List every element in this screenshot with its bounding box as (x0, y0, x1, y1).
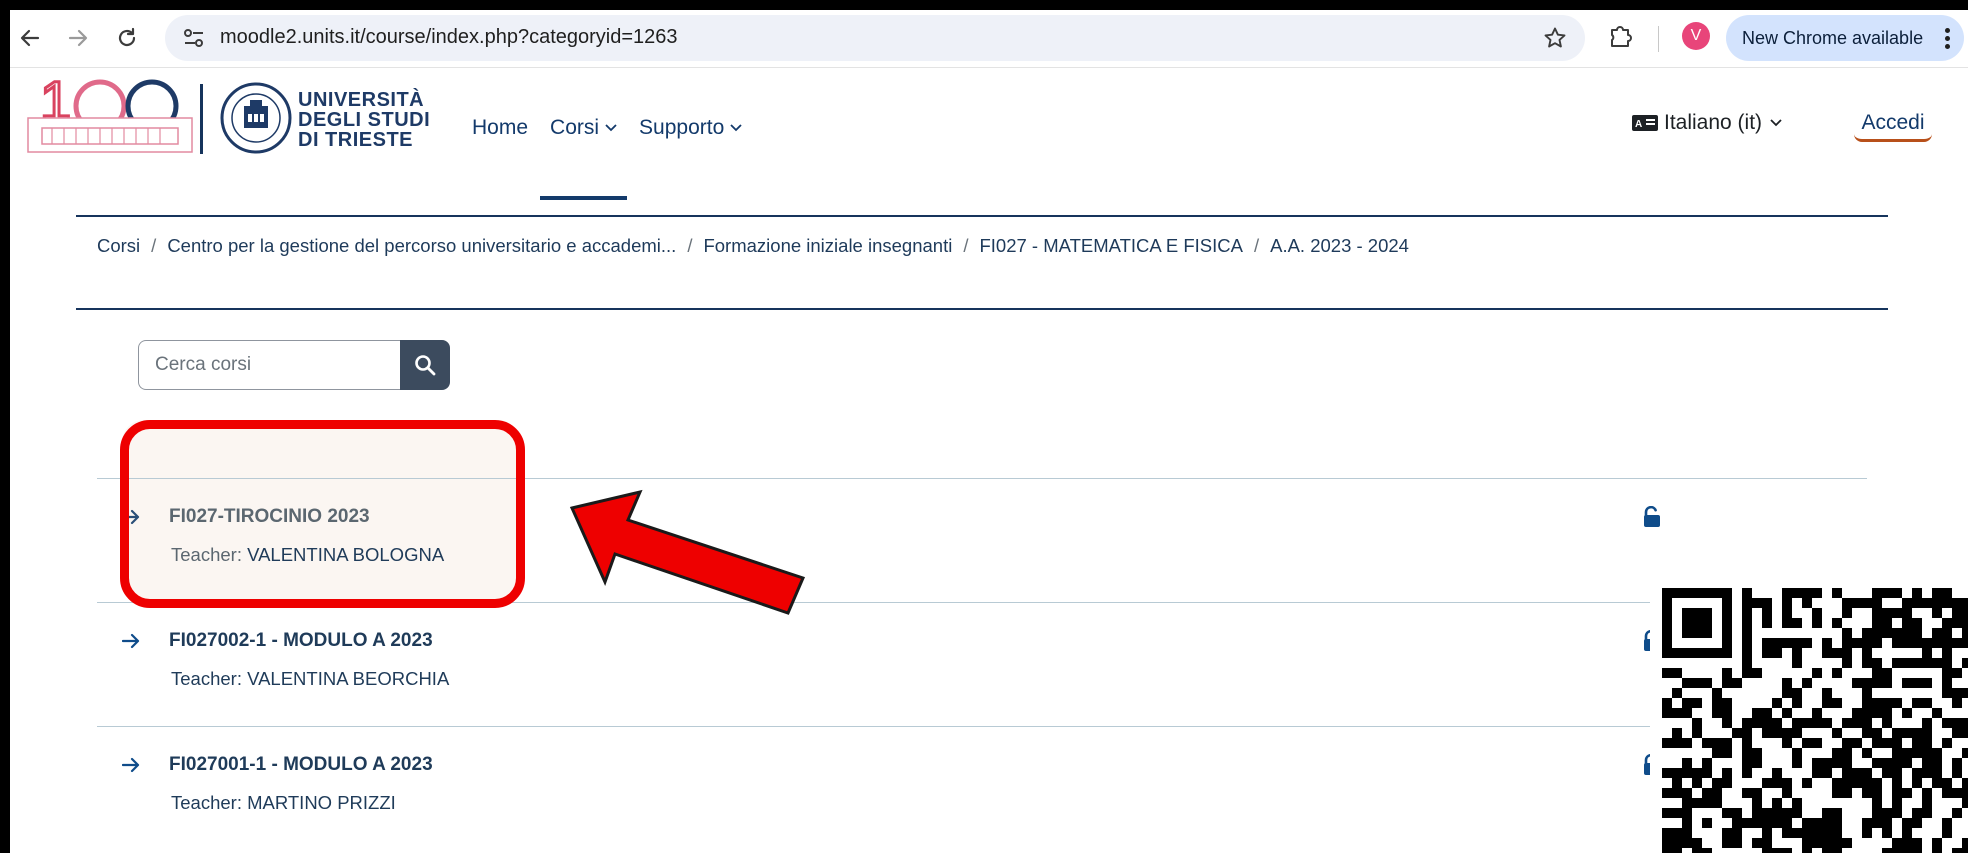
nav-corsi[interactable]: Corsi (540, 108, 628, 200)
site-header: 1 UNIVERSITÀ DEGLI STUDI DI TRIESTE Home… (10, 68, 1968, 200)
breadcrumb: Corsi / Centro per la gestione del percors… (97, 235, 1409, 257)
nav-supporto-label: Supporto (639, 116, 725, 139)
search-input[interactable] (138, 340, 402, 390)
course-teacher: Teacher: VALENTINA BEORCHIA (171, 668, 449, 690)
breadcrumb-item[interactable]: Corsi (97, 235, 140, 256)
teacher-name[interactable]: MARTINO PRIZZI (247, 792, 396, 813)
course-teacher: Teacher: MARTINO PRIZZI (171, 792, 396, 814)
breadcrumb-item[interactable]: FI027 - MATEMATICA E FISICA (979, 235, 1243, 256)
breadcrumb-item[interactable]: Centro per la gestione del percorso univ… (167, 235, 676, 256)
back-icon[interactable] (16, 24, 44, 52)
annotation-arrow-icon (569, 489, 806, 615)
course-title[interactable]: FI027001-1 - MODULO A 2023 (169, 754, 433, 776)
reload-icon[interactable] (113, 24, 141, 52)
language-selector[interactable]: A Italiano (it) (1632, 111, 1782, 135)
breadcrumb-top-rule (76, 215, 1888, 217)
forward-icon[interactable] (64, 24, 92, 52)
search-icon (415, 355, 436, 376)
teacher-name[interactable]: VALENTINA BEORCHIA (247, 668, 449, 689)
site-settings-icon[interactable] (183, 28, 205, 48)
course-item[interactable]: FI027002-1 - MODULO A 2023 Teacher: VALE… (122, 630, 1822, 710)
university-name-line: DEGLI STUDI (298, 109, 431, 131)
browser-toolbar: moodle2.units.it/course/index.php?catego… (10, 10, 1968, 68)
nav-supporto[interactable]: Supporto (639, 108, 742, 148)
arrow-right-icon (122, 757, 140, 773)
search-button[interactable] (400, 340, 450, 390)
address-bar[interactable]: moodle2.units.it/course/index.php?catego… (165, 15, 1585, 61)
chrome-menu-icon[interactable] (1944, 26, 1950, 50)
login-button[interactable]: Accedi (1854, 102, 1932, 142)
update-label: New Chrome available (1742, 28, 1924, 48)
course-title[interactable]: FI027002-1 - MODULO A 2023 (169, 630, 433, 652)
screen: moodle2.units.it/course/index.php?catego… (10, 10, 1968, 853)
chevron-down-icon (730, 124, 742, 132)
breadcrumb-separator: / (151, 235, 157, 256)
bookmark-star-icon[interactable] (1543, 26, 1567, 55)
arrow-right-icon (122, 633, 140, 649)
nav-home[interactable]: Home (472, 108, 528, 148)
logo-divider (200, 84, 203, 154)
language-label: Italiano (it) (1664, 111, 1763, 134)
breadcrumb-separator: / (963, 235, 969, 256)
university-seal-logo[interactable] (220, 82, 292, 154)
course-item[interactable]: FI027001-1 - MODULO A 2023 Teacher: MART… (122, 754, 1822, 834)
nav-home-label: Home (472, 116, 529, 139)
profile-avatar[interactable]: V (1682, 22, 1710, 50)
language-icon: A (1632, 115, 1658, 131)
breadcrumb-item[interactable]: A.A. 2023 - 2024 (1270, 235, 1409, 256)
breadcrumb-bottom-rule (76, 308, 1888, 310)
breadcrumb-separator: / (1253, 235, 1260, 256)
row-divider (97, 726, 1867, 727)
university-name-line: DI TRIESTE (298, 129, 414, 151)
breadcrumb-item[interactable]: Formazione iniziale insegnanti (703, 235, 952, 256)
annotation-highlight-box (120, 420, 525, 608)
new-chrome-available-button[interactable]: New Chrome available (1726, 15, 1964, 61)
nav-corsi-label: Corsi (550, 116, 600, 139)
course-search (138, 340, 450, 390)
toolbar-separator (1658, 26, 1659, 52)
svg-text:A: A (1635, 119, 1642, 130)
extensions-puzzle-icon[interactable] (1608, 23, 1634, 54)
breadcrumb-separator: / (687, 235, 693, 256)
chevron-down-icon (605, 124, 617, 132)
qr-code (1650, 576, 1968, 853)
unlock-icon (1644, 506, 1660, 527)
chevron-down-icon (1770, 119, 1782, 127)
university-name: UNIVERSITÀ DEGLI STUDI DI TRIESTE (298, 90, 430, 150)
teacher-label: Teacher: (171, 792, 242, 813)
centenary-logo[interactable]: 1 (22, 68, 198, 158)
university-name-line: UNIVERSITÀ (298, 89, 425, 111)
primary-navigation: Home Corsi Supporto (472, 108, 764, 200)
teacher-label: Teacher: (171, 668, 242, 689)
url-text[interactable]: moodle2.units.it/course/index.php?catego… (220, 26, 678, 49)
